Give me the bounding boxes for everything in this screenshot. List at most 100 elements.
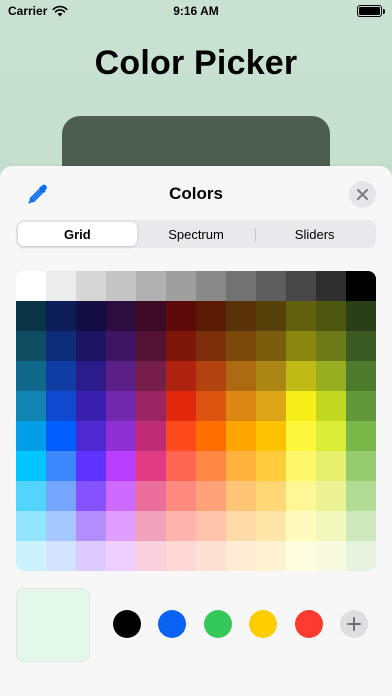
- saved-swatch-red[interactable]: [295, 610, 323, 638]
- color-cell[interactable]: [226, 361, 256, 391]
- color-cell[interactable]: [76, 541, 106, 571]
- color-cell[interactable]: [226, 541, 256, 571]
- color-cell[interactable]: [16, 301, 46, 331]
- color-cell[interactable]: [286, 301, 316, 331]
- color-cell[interactable]: [46, 301, 76, 331]
- color-cell[interactable]: [346, 301, 376, 331]
- color-cell[interactable]: [256, 451, 286, 481]
- color-cell[interactable]: [166, 361, 196, 391]
- color-cell[interactable]: [136, 481, 166, 511]
- color-cell[interactable]: [226, 331, 256, 361]
- color-cell[interactable]: [316, 361, 346, 391]
- color-cell[interactable]: [166, 421, 196, 451]
- saved-swatch-black[interactable]: [113, 610, 141, 638]
- color-cell[interactable]: [136, 331, 166, 361]
- color-cell[interactable]: [346, 481, 376, 511]
- color-cell[interactable]: [166, 511, 196, 541]
- color-cell[interactable]: [196, 481, 226, 511]
- color-cell[interactable]: [166, 301, 196, 331]
- color-cell[interactable]: [16, 451, 46, 481]
- color-cell[interactable]: [16, 541, 46, 571]
- color-cell[interactable]: [106, 451, 136, 481]
- color-cell[interactable]: [256, 421, 286, 451]
- color-cell[interactable]: [316, 481, 346, 511]
- color-cell[interactable]: [106, 361, 136, 391]
- color-cell[interactable]: [46, 421, 76, 451]
- color-cell[interactable]: [316, 391, 346, 421]
- color-cell[interactable]: [346, 421, 376, 451]
- color-cell[interactable]: [256, 361, 286, 391]
- tab-grid[interactable]: Grid: [18, 222, 137, 246]
- color-cell[interactable]: [196, 541, 226, 571]
- color-cell[interactable]: [196, 451, 226, 481]
- color-cell[interactable]: [106, 421, 136, 451]
- color-cell[interactable]: [256, 511, 286, 541]
- color-cell[interactable]: [346, 451, 376, 481]
- color-cell[interactable]: [226, 421, 256, 451]
- color-cell[interactable]: [196, 331, 226, 361]
- color-cell[interactable]: [106, 541, 136, 571]
- color-cell[interactable]: [166, 331, 196, 361]
- saved-swatch-green[interactable]: [204, 610, 232, 638]
- color-cell[interactable]: [136, 391, 166, 421]
- color-cell[interactable]: [136, 421, 166, 451]
- color-cell[interactable]: [256, 271, 286, 301]
- color-cell[interactable]: [16, 331, 46, 361]
- color-cell[interactable]: [106, 271, 136, 301]
- color-cell[interactable]: [286, 481, 316, 511]
- color-cell[interactable]: [346, 541, 376, 571]
- color-cell[interactable]: [106, 301, 136, 331]
- color-cell[interactable]: [166, 451, 196, 481]
- color-cell[interactable]: [76, 391, 106, 421]
- color-cell[interactable]: [316, 271, 346, 301]
- color-cell[interactable]: [286, 271, 316, 301]
- color-cell[interactable]: [136, 541, 166, 571]
- color-cell[interactable]: [226, 391, 256, 421]
- tab-sliders[interactable]: Sliders: [255, 222, 374, 246]
- color-cell[interactable]: [316, 421, 346, 451]
- color-cell[interactable]: [286, 451, 316, 481]
- color-cell[interactable]: [346, 361, 376, 391]
- color-cell[interactable]: [46, 391, 76, 421]
- color-cell[interactable]: [76, 481, 106, 511]
- color-cell[interactable]: [286, 361, 316, 391]
- color-cell[interactable]: [346, 391, 376, 421]
- color-cell[interactable]: [16, 271, 46, 301]
- color-cell[interactable]: [136, 301, 166, 331]
- color-cell[interactable]: [316, 331, 346, 361]
- color-cell[interactable]: [286, 331, 316, 361]
- color-cell[interactable]: [316, 451, 346, 481]
- color-cell[interactable]: [16, 391, 46, 421]
- saved-swatch-yellow[interactable]: [249, 610, 277, 638]
- color-cell[interactable]: [166, 391, 196, 421]
- color-cell[interactable]: [226, 481, 256, 511]
- color-cell[interactable]: [46, 361, 76, 391]
- color-cell[interactable]: [286, 391, 316, 421]
- color-cell[interactable]: [286, 541, 316, 571]
- color-cell[interactable]: [346, 271, 376, 301]
- tab-spectrum[interactable]: Spectrum: [137, 222, 256, 246]
- current-color-swatch[interactable]: [16, 588, 90, 662]
- color-cell[interactable]: [196, 301, 226, 331]
- color-cell[interactable]: [196, 271, 226, 301]
- color-cell[interactable]: [46, 331, 76, 361]
- color-cell[interactable]: [256, 331, 286, 361]
- color-cell[interactable]: [166, 481, 196, 511]
- color-cell[interactable]: [256, 391, 286, 421]
- color-cell[interactable]: [76, 331, 106, 361]
- color-cell[interactable]: [166, 541, 196, 571]
- color-cell[interactable]: [136, 271, 166, 301]
- color-cell[interactable]: [196, 421, 226, 451]
- color-cell[interactable]: [46, 271, 76, 301]
- color-cell[interactable]: [226, 301, 256, 331]
- color-cell[interactable]: [106, 511, 136, 541]
- close-button[interactable]: [349, 181, 376, 208]
- color-cell[interactable]: [196, 511, 226, 541]
- color-cell[interactable]: [316, 511, 346, 541]
- color-cell[interactable]: [46, 481, 76, 511]
- color-cell[interactable]: [226, 511, 256, 541]
- color-cell[interactable]: [106, 481, 136, 511]
- color-cell[interactable]: [316, 541, 346, 571]
- color-cell[interactable]: [76, 451, 106, 481]
- color-cell[interactable]: [196, 361, 226, 391]
